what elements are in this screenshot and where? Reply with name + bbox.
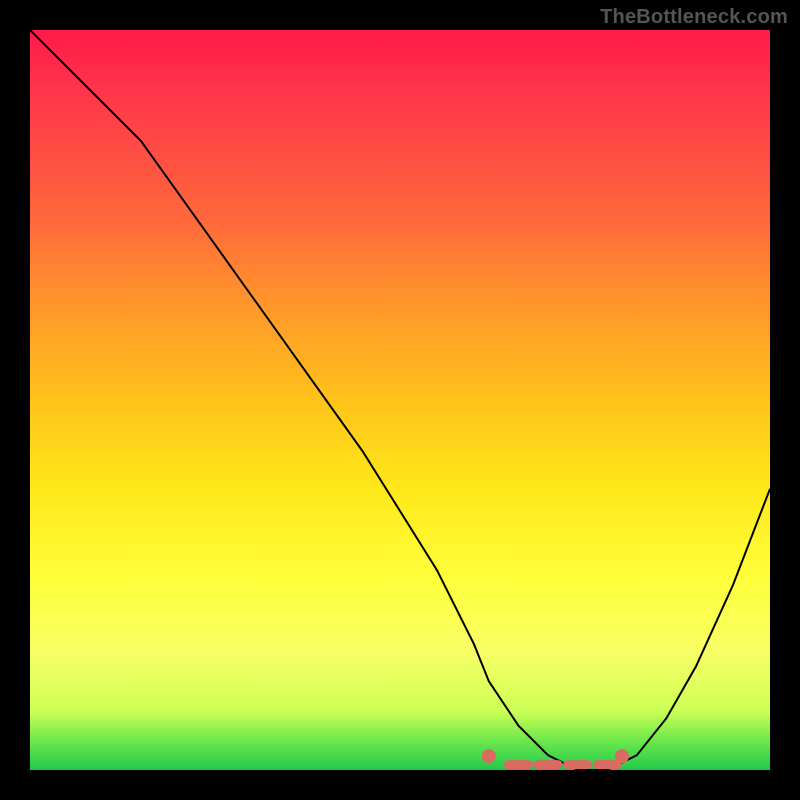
bottleneck-curve bbox=[30, 30, 770, 770]
plot-area bbox=[30, 30, 770, 770]
optimal-marker-group bbox=[482, 749, 629, 764]
curve-layer bbox=[30, 30, 770, 770]
chart-frame: TheBottleneck.com bbox=[0, 0, 800, 800]
optimal-marker-dot bbox=[482, 749, 496, 763]
optimal-marker-dot bbox=[615, 749, 629, 763]
watermark-text: TheBottleneck.com bbox=[600, 6, 788, 29]
